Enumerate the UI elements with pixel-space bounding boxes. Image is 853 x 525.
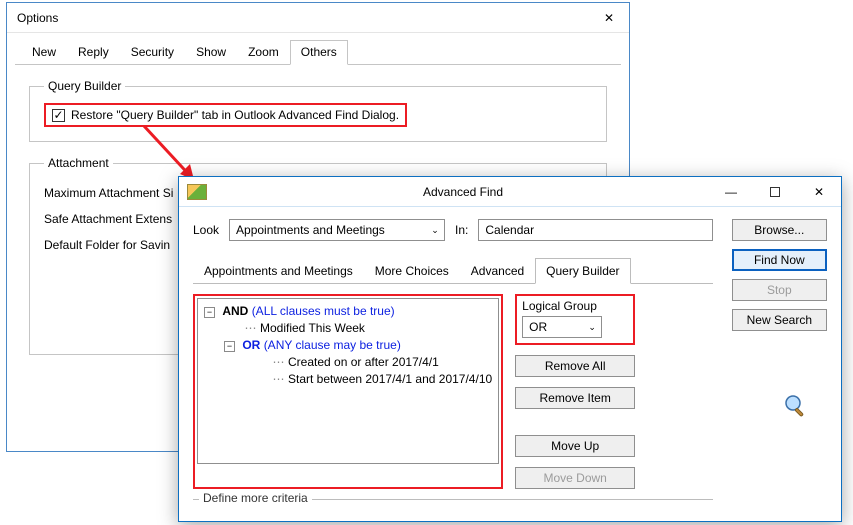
leaf-label: Created on or after 2017/4/1 (288, 355, 439, 369)
look-combo[interactable]: ⌄ (229, 219, 445, 241)
find-now-button[interactable]: Find Now (732, 249, 827, 271)
attachment-legend: Attachment (44, 156, 113, 170)
options-titlebar[interactable]: Options ✕ (7, 3, 629, 33)
tree-connector-icon: ⋯ (242, 320, 260, 337)
tab-security[interactable]: Security (120, 40, 185, 65)
tree-highlight: − AND (ALL clauses must be true) ⋯Modifi… (193, 294, 503, 489)
checkmark-icon: ✓ (53, 110, 63, 121)
tab-appointments[interactable]: Appointments and Meetings (193, 258, 364, 284)
options-close-button[interactable]: ✕ (589, 3, 629, 33)
advfind-titlebar[interactable]: Advanced Find — ✕ (179, 177, 841, 207)
collapse-icon[interactable]: − (224, 341, 235, 352)
look-label: Look (193, 223, 219, 237)
tree-connector-icon: ⋯ (270, 371, 288, 388)
advanced-find-window: Advanced Find — ✕ Browse... Find Now Sto… (178, 176, 842, 522)
tab-advanced[interactable]: Advanced (460, 258, 535, 284)
tab-reply[interactable]: Reply (67, 40, 120, 65)
or-keyword: OR (242, 338, 260, 352)
close-icon: ✕ (604, 11, 614, 25)
in-value-field[interactable]: Calendar (478, 219, 713, 241)
options-title: Options (7, 11, 589, 25)
new-search-button[interactable]: New Search (732, 309, 827, 331)
look-input[interactable] (229, 219, 445, 241)
options-tabs: New Reply Security Show Zoom Others (15, 39, 621, 65)
advfind-title: Advanced Find (207, 185, 709, 199)
tree-connector-icon: ⋯ (270, 354, 288, 371)
tab-show[interactable]: Show (185, 40, 237, 65)
in-value: Calendar (485, 223, 534, 237)
maximize-button[interactable] (753, 177, 797, 207)
and-hint: (ALL clauses must be true) (252, 304, 395, 318)
advfind-tabs: Appointments and Meetings More Choices A… (193, 257, 713, 284)
clause-tree[interactable]: − AND (ALL clauses must be true) ⋯Modifi… (197, 298, 499, 464)
leaf-label: Modified This Week (260, 321, 365, 335)
close-button[interactable]: ✕ (797, 177, 841, 207)
leaf-label: Start between 2017/4/1 and 2017/4/10 (288, 372, 492, 386)
browse-button[interactable]: Browse... (732, 219, 827, 241)
tab-query-builder[interactable]: Query Builder (535, 258, 630, 284)
move-down-button[interactable]: Move Down (515, 467, 635, 489)
middle-column: Logical Group ⌄ Remove All Remove Item M… (515, 294, 635, 489)
move-up-button[interactable]: Move Up (515, 435, 635, 457)
tree-leaf[interactable]: ⋯Created on or after 2017/4/1 (204, 354, 492, 371)
remove-item-button[interactable]: Remove Item (515, 387, 635, 409)
tab-zoom[interactable]: Zoom (237, 40, 290, 65)
restore-qb-label: Restore "Query Builder" tab in Outlook A… (71, 108, 399, 122)
logical-group-input[interactable] (522, 316, 602, 338)
define-more-label: Define more criteria (199, 491, 312, 505)
remove-all-button[interactable]: Remove All (515, 355, 635, 377)
and-keyword: AND (222, 304, 248, 318)
tree-leaf[interactable]: ⋯Start between 2017/4/1 and 2017/4/10 (204, 371, 492, 388)
tab-others[interactable]: Others (290, 40, 348, 65)
magnifier-icon (783, 393, 807, 417)
right-button-column: Browse... Find Now Stop New Search (732, 219, 827, 331)
restore-qb-checkbox[interactable]: ✓ (52, 109, 65, 122)
collapse-icon[interactable]: − (204, 307, 215, 318)
query-builder-legend: Query Builder (44, 79, 125, 93)
maximize-icon (770, 187, 780, 197)
highlight-box: ✓ Restore "Query Builder" tab in Outlook… (44, 103, 407, 127)
query-builder-area: − AND (ALL clauses must be true) ⋯Modifi… (193, 294, 623, 489)
define-more-group: Define more criteria (193, 499, 713, 514)
minimize-icon: — (725, 185, 737, 199)
look-row: Look ⌄ In: Calendar (193, 219, 713, 241)
minimize-button[interactable]: — (709, 177, 753, 207)
close-icon: ✕ (814, 185, 824, 199)
tab-new[interactable]: New (21, 40, 67, 65)
query-builder-group: Query Builder ✓ Restore "Query Builder" … (29, 79, 607, 142)
or-node[interactable]: − OR (ANY clause may be true) (204, 337, 492, 354)
in-label: In: (455, 223, 468, 237)
window-buttons: — ✕ (709, 177, 841, 207)
or-hint: (ANY clause may be true) (264, 338, 401, 352)
logical-group-label: Logical Group (522, 299, 628, 313)
advfind-app-icon (187, 184, 207, 200)
and-node[interactable]: − AND (ALL clauses must be true) (204, 303, 492, 320)
stop-button[interactable]: Stop (732, 279, 827, 301)
logical-group-combo[interactable]: ⌄ (522, 316, 602, 338)
tree-leaf[interactable]: ⋯Modified This Week (204, 320, 492, 337)
logical-group-highlight: Logical Group ⌄ (515, 294, 635, 345)
tab-more-choices[interactable]: More Choices (364, 258, 460, 284)
